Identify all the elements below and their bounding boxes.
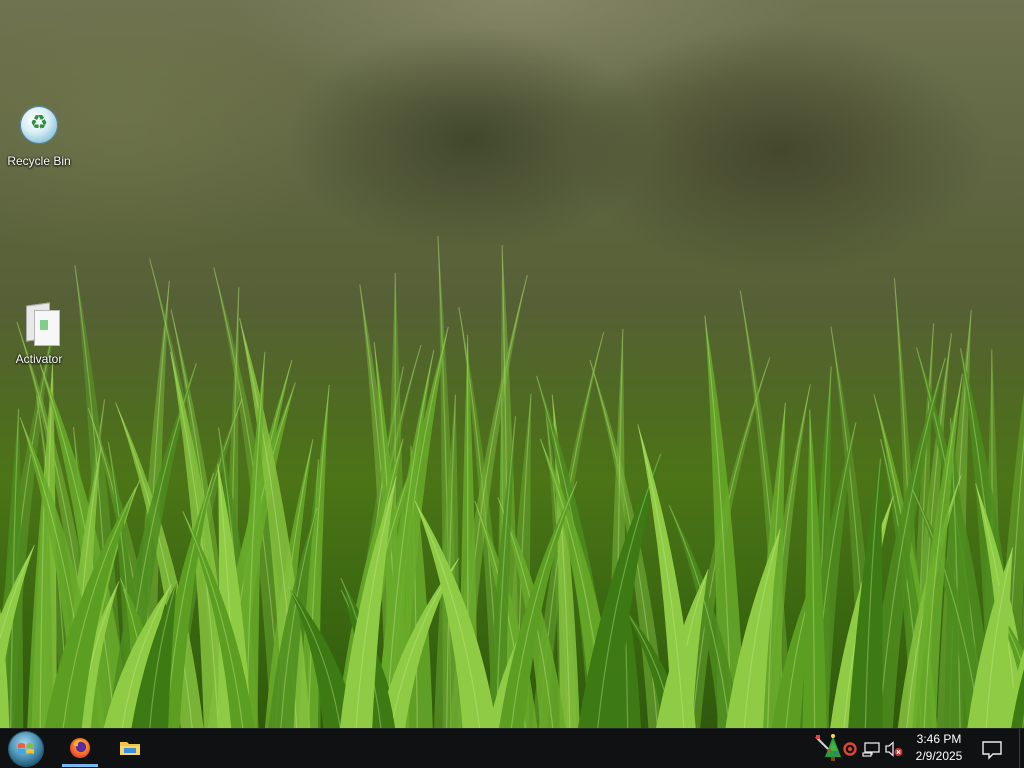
active-indicator: [62, 764, 98, 767]
desktop-wallpaper: [0, 0, 1024, 728]
document-icon: [16, 302, 62, 348]
network-icon[interactable]: [862, 739, 882, 759]
record-icon[interactable]: [842, 739, 862, 759]
clock-date: 2/9/2025: [915, 749, 963, 763]
christmas-tree-icon[interactable]: [814, 733, 844, 763]
desktop-icon-recycle-bin[interactable]: ♻ Recycle Bin: [1, 104, 77, 168]
desktop-icon-label: Recycle Bin: [7, 154, 71, 168]
file-explorer-icon: [120, 742, 140, 755]
start-button[interactable]: [6, 731, 46, 767]
notification-icon[interactable]: [978, 735, 1006, 763]
recycle-bin-icon: ♻: [16, 104, 62, 150]
firefox-icon: [70, 738, 90, 758]
taskbar-app-file-explorer[interactable]: [110, 729, 150, 768]
system-clock[interactable]: 3:46 PM 2/9/2025: [905, 731, 973, 765]
speaker-muted-icon[interactable]: [884, 739, 904, 759]
grass-illustration: [0, 235, 1024, 728]
show-desktop-button[interactable]: [1019, 729, 1024, 768]
windows-logo-icon: [18, 743, 34, 754]
desktop-icon-label: Activator: [15, 352, 63, 366]
desktop-icon-activator[interactable]: Activator: [1, 302, 77, 366]
taskbar: 3:46 PM 2/9/2025: [0, 728, 1024, 768]
clock-time: 3:46 PM: [916, 732, 962, 746]
taskbar-app-firefox[interactable]: [60, 729, 100, 768]
